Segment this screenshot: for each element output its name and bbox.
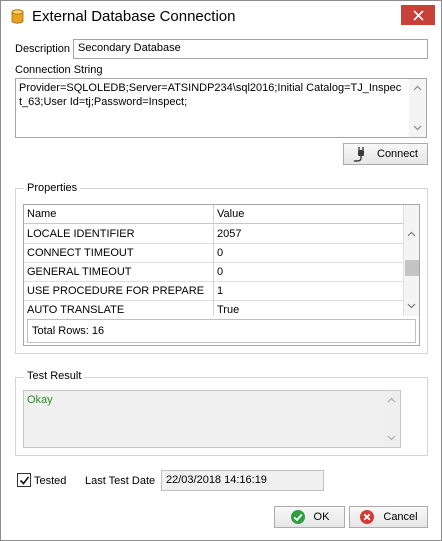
last-test-date-value: 22/03/2018 14:16:19 <box>166 474 267 486</box>
description-field[interactable]: Secondary Database <box>73 39 428 59</box>
row-value: 0 <box>217 266 224 278</box>
window-title: External Database Connection <box>32 8 236 25</box>
table-row[interactable]: GENERAL TIMEOUT 0 <box>24 263 405 282</box>
test-result-text: Okay <box>27 394 53 406</box>
properties-group-title: Properties <box>24 182 81 194</box>
test-result-scrollbar[interactable] <box>384 391 400 447</box>
description-label: Description <box>15 43 71 55</box>
connection-string-field[interactable]: Provider=SQLOLEDB;Server=ATSINDP234\sql2… <box>15 78 427 138</box>
row-value: 2057 <box>217 228 242 240</box>
last-test-date-label: Last Test Date <box>85 475 156 487</box>
row-value: True <box>217 304 240 316</box>
scroll-up-icon[interactable] <box>407 231 416 237</box>
column-divider <box>213 205 214 224</box>
row-value: 1 <box>217 285 224 297</box>
connect-button[interactable]: Connect <box>343 143 428 165</box>
cancel-button[interactable]: Cancel <box>349 506 428 528</box>
ok-button[interactable]: OK <box>274 506 345 528</box>
grid-scrollbar[interactable] <box>403 205 419 316</box>
close-icon <box>412 9 424 21</box>
total-rows-label: Total Rows: 16 <box>32 325 105 337</box>
row-name: LOCALE IDENTIFIER <box>27 228 135 240</box>
column-divider <box>213 301 214 316</box>
last-test-date-field: 22/03/2018 14:16:19 <box>161 470 324 491</box>
close-button[interactable] <box>401 5 435 25</box>
row-name: USE PROCEDURE FOR PREPARE <box>27 285 205 297</box>
table-row[interactable]: AUTO TRANSLATE True <box>24 301 405 316</box>
external-database-connection-dialog: External Database Connection Description… <box>0 0 442 541</box>
scrollbar-thumb[interactable] <box>405 260 419 276</box>
grid-header: Name Value <box>24 205 405 224</box>
connection-string-label: Connection String <box>15 64 103 76</box>
test-result-group-title: Test Result <box>24 370 85 382</box>
column-divider <box>213 244 214 263</box>
connection-string-value: Provider=SQLOLEDB;Server=ATSINDP234\sql2… <box>19 82 402 108</box>
column-header-name[interactable]: Name <box>27 208 56 220</box>
grid-footer: Total Rows: 16 <box>27 319 416 343</box>
plug-icon <box>353 146 369 162</box>
row-name: AUTO TRANSLATE <box>27 304 125 316</box>
scroll-up-icon[interactable] <box>387 397 396 403</box>
cancel-circle-icon <box>359 509 375 525</box>
row-name: GENERAL TIMEOUT <box>27 266 132 278</box>
scroll-up-icon[interactable] <box>413 85 422 91</box>
checkmark-icon <box>19 476 29 485</box>
column-divider <box>213 282 214 301</box>
tested-checkbox[interactable] <box>17 473 31 487</box>
database-icon <box>11 9 24 24</box>
table-row[interactable]: USE PROCEDURE FOR PREPARE 1 <box>24 282 405 301</box>
title-bar: External Database Connection <box>1 1 441 33</box>
connection-string-scrollbar[interactable] <box>409 79 426 137</box>
tested-label[interactable]: Tested <box>34 475 66 487</box>
table-row[interactable]: LOCALE IDENTIFIER 2057 <box>24 225 405 244</box>
column-header-value[interactable]: Value <box>217 208 244 220</box>
row-value: 0 <box>217 247 224 259</box>
column-divider <box>213 225 214 244</box>
check-circle-icon <box>290 509 306 525</box>
column-divider <box>213 263 214 282</box>
ok-label: OK <box>313 511 330 523</box>
row-name: CONNECT TIMEOUT <box>27 247 134 259</box>
table-row[interactable]: CONNECT TIMEOUT 0 <box>24 244 405 263</box>
description-value: Secondary Database <box>78 42 181 54</box>
scroll-down-icon[interactable] <box>387 435 396 441</box>
connect-label: Connect <box>377 148 418 160</box>
cancel-label: Cancel <box>383 511 418 523</box>
test-result-box[interactable]: Okay <box>23 390 401 448</box>
scroll-down-icon[interactable] <box>413 125 422 131</box>
properties-grid: Name Value LOCALE IDENTIFIER 2057 CONNEC… <box>23 204 420 346</box>
scroll-down-icon[interactable] <box>407 303 416 309</box>
